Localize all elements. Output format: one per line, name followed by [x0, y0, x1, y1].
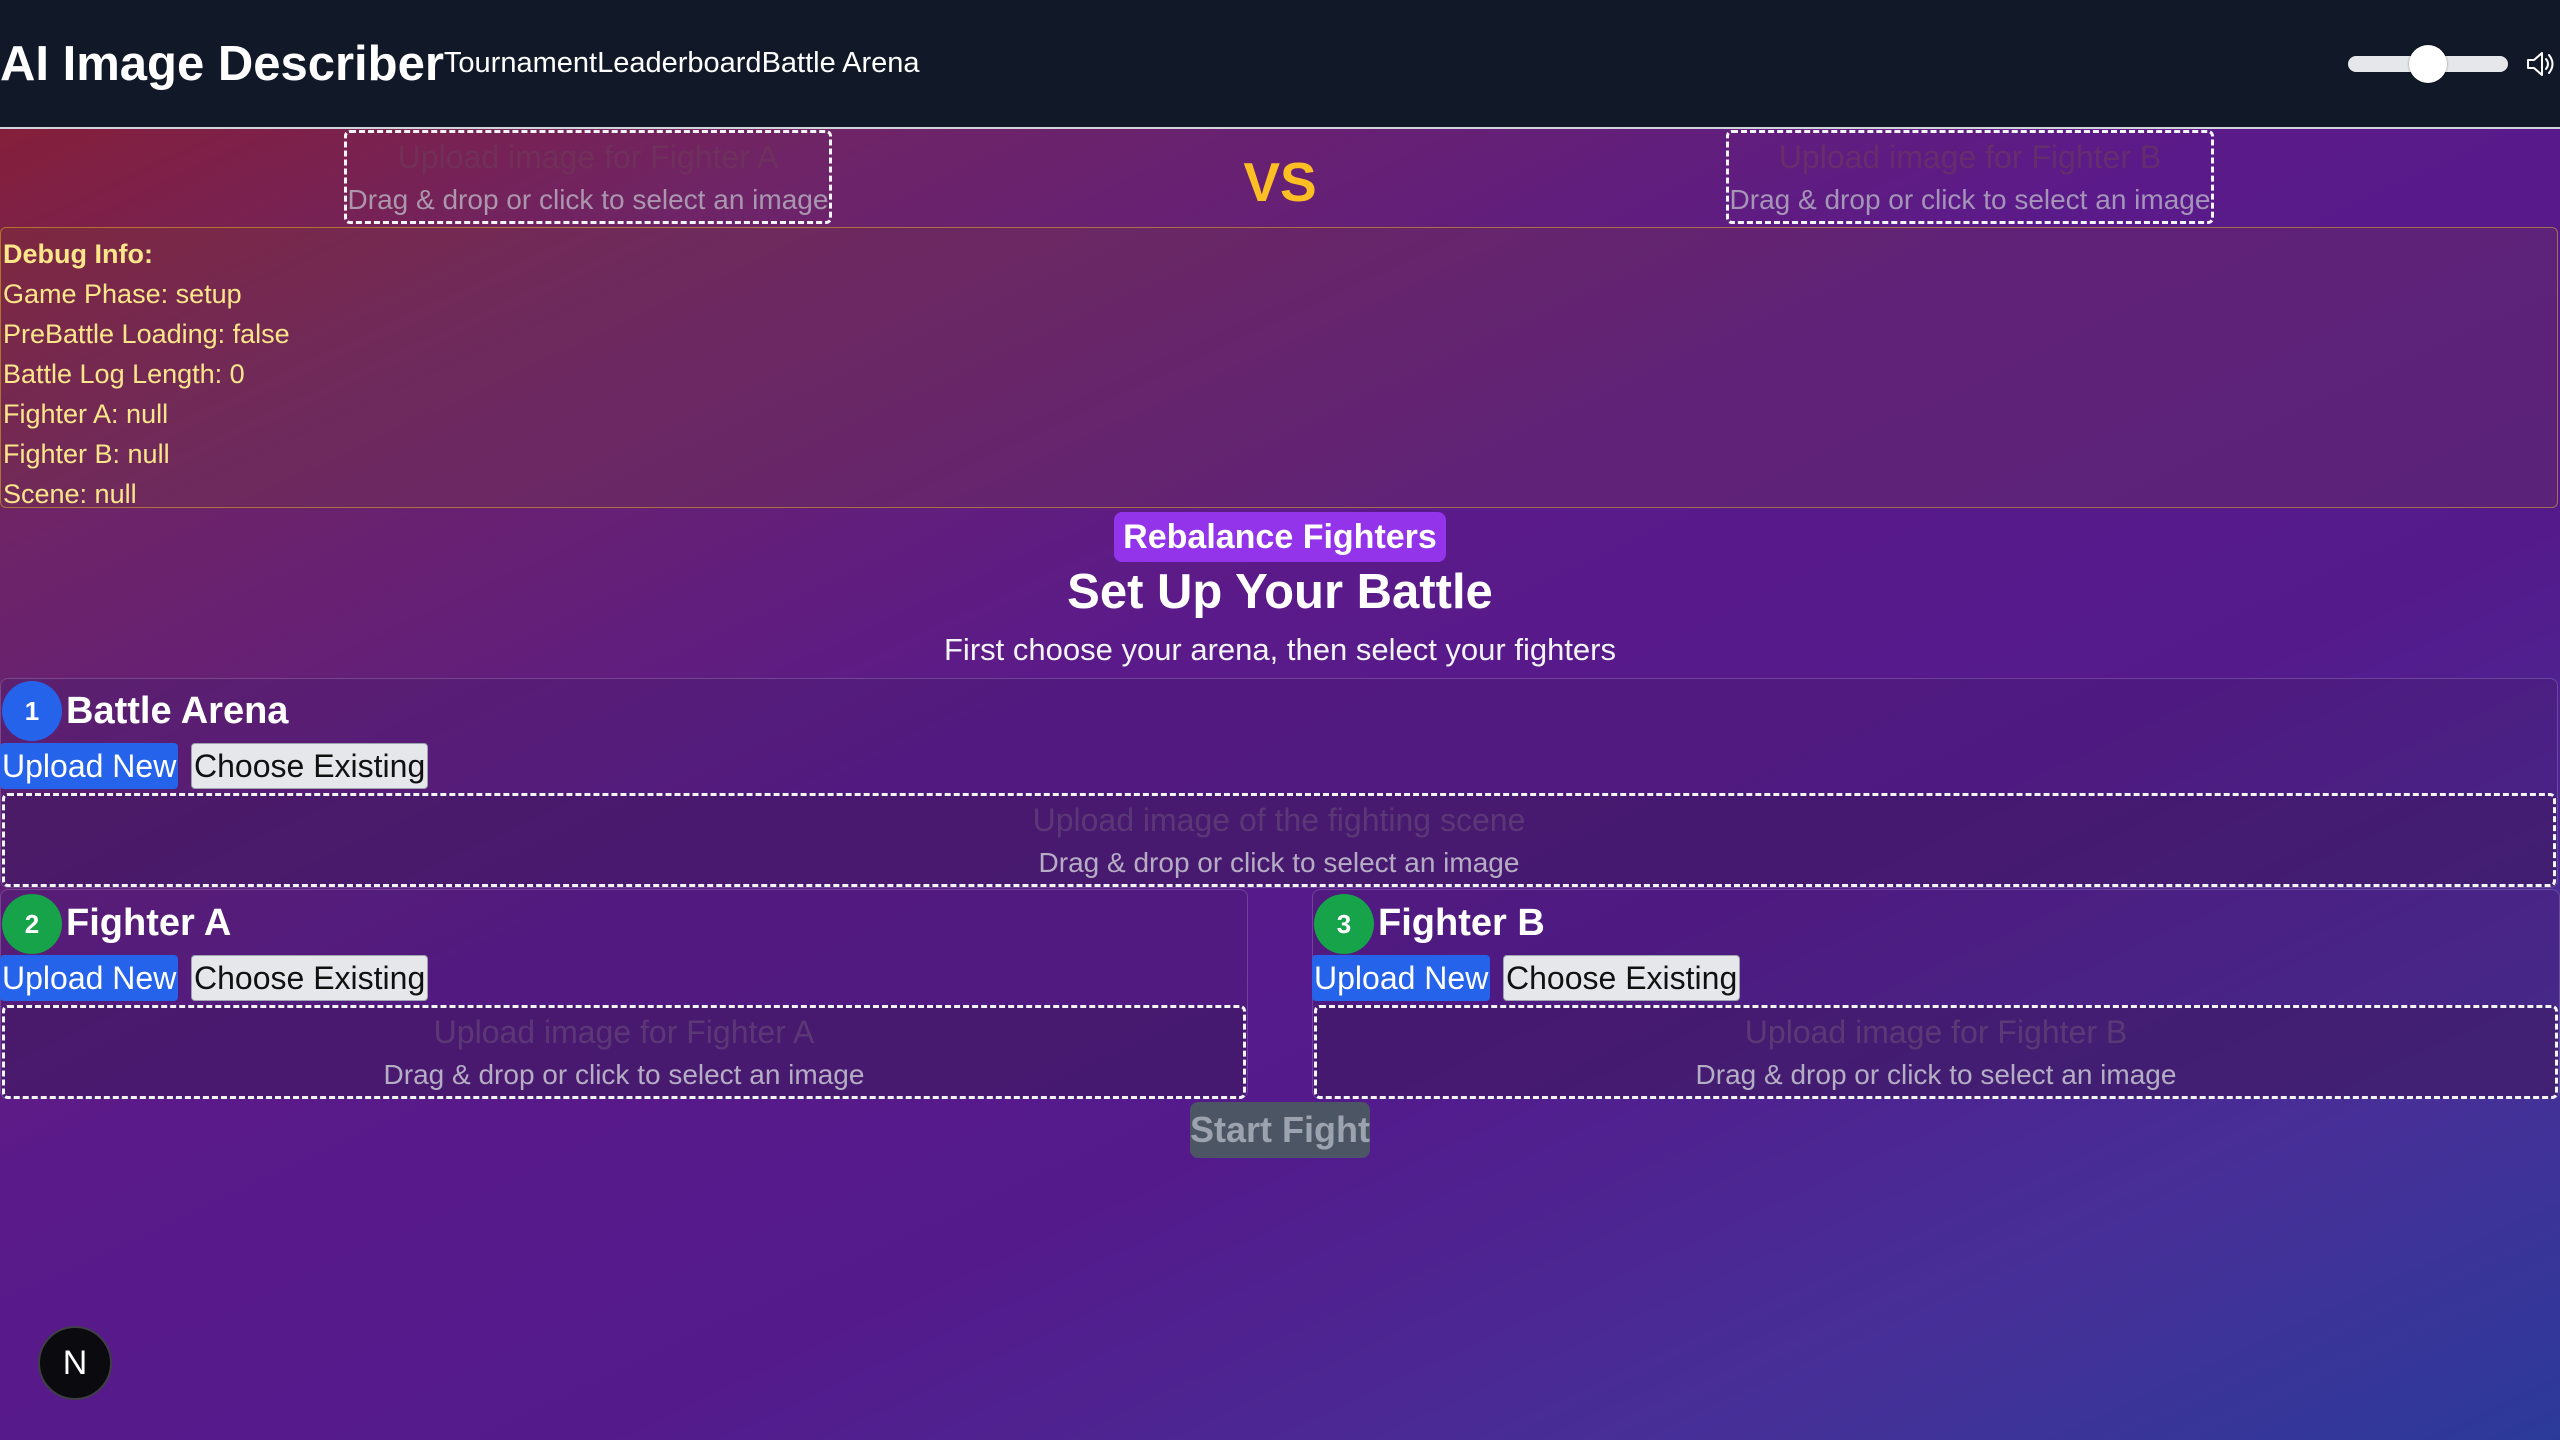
- setup-subtitle: First choose your arena, then select you…: [944, 632, 1616, 667]
- nav-battle-arena[interactable]: Battle Arena: [762, 47, 920, 80]
- fighter-a-choose-existing-button[interactable]: Choose Existing: [191, 955, 429, 1001]
- debug-line-fighter-a: Fighter A: null: [3, 399, 169, 429]
- app-header: AI Image Describer Tournament Leaderboar…: [0, 0, 2560, 129]
- debug-panel: Debug Info: Game Phase: setup PreBattle …: [0, 227, 2558, 509]
- badge-letter: N: [62, 1343, 88, 1382]
- dropzone-title: Upload image for Fighter A: [397, 138, 779, 175]
- setup-title: Set Up Your Battle: [1067, 565, 1493, 619]
- battle-arena-title: Battle Arena: [66, 690, 289, 732]
- dropzone-title: Upload image of the fighting scene: [1032, 801, 1526, 838]
- volume-control: [2348, 0, 2560, 127]
- fighter-a-top-dropzone[interactable]: Upload image for Fighter A Drag & drop o…: [344, 130, 832, 224]
- fighter-b-upload-new-button[interactable]: Upload New: [1312, 955, 1491, 1001]
- dropzone-subtitle: Drag & drop or click to select an image: [1729, 183, 2211, 215]
- fighter-a-dropzone[interactable]: Upload image for Fighter A Drag & drop o…: [2, 1005, 1246, 1099]
- nav-tournament[interactable]: Tournament: [444, 47, 597, 80]
- dropzone-title: Upload image for Fighter B: [1778, 138, 2162, 175]
- rebalance-fighters-button[interactable]: Rebalance Fighters: [1114, 512, 1446, 562]
- app-title: AI Image Describer: [0, 36, 444, 91]
- arena-dropzone[interactable]: Upload image of the fighting scene Drag …: [2, 793, 2556, 887]
- fighter-a-upload-new-button[interactable]: Upload New: [0, 955, 179, 1001]
- fighter-b-dropzone[interactable]: Upload image for Fighter B Drag & drop o…: [1314, 1005, 2558, 1099]
- dropzone-subtitle: Drag & drop or click to select an image: [383, 1058, 865, 1090]
- step-2-badge: 2: [2, 894, 62, 954]
- vs-label: VS: [1243, 151, 1317, 213]
- fighter-b-choose-existing-button[interactable]: Choose Existing: [1503, 955, 1741, 1001]
- debug-line-game-phase: Game Phase: setup: [3, 279, 242, 309]
- volume-slider[interactable]: [2348, 44, 2508, 83]
- start-fight-button[interactable]: Start Fight: [1190, 1102, 1370, 1158]
- volume-slider-thumb[interactable]: [2409, 44, 2447, 83]
- nav-leaderboard[interactable]: Leaderboard: [597, 47, 761, 80]
- dropzone-title: Upload image for Fighter A: [433, 1013, 815, 1050]
- dropzone-subtitle: Drag & drop or click to select an image: [1695, 1058, 2177, 1090]
- fighter-a-title: Fighter A: [66, 902, 232, 944]
- step-3-badge: 3: [1314, 894, 1374, 954]
- arena-upload-new-button[interactable]: Upload New: [0, 743, 179, 789]
- arena-choose-existing-button[interactable]: Choose Existing: [191, 743, 429, 789]
- fighter-b-title: Fighter B: [1378, 902, 1545, 944]
- debug-line-fighter-b: Fighter B: null: [3, 439, 170, 469]
- debug-line-battle-log-length: Battle Log Length: 0: [3, 359, 245, 389]
- fighter-b-top-dropzone[interactable]: Upload image for Fighter B Drag & drop o…: [1726, 130, 2214, 224]
- step-1-badge: 1: [2, 681, 62, 741]
- debug-line-prebattle-loading: PreBattle Loading: false: [3, 319, 290, 349]
- debug-title: Debug Info:: [3, 239, 153, 269]
- speaker-icon[interactable]: [2524, 48, 2556, 80]
- dropzone-title: Upload image for Fighter B: [1744, 1013, 2128, 1050]
- debug-line-scene: Scene: null: [3, 479, 137, 509]
- next-logo-icon[interactable]: N: [38, 1326, 112, 1400]
- dropzone-subtitle: Drag & drop or click to select an image: [347, 183, 829, 215]
- dropzone-subtitle: Drag & drop or click to select an image: [1038, 846, 1520, 878]
- main-nav: Tournament Leaderboard Battle Arena: [444, 47, 920, 80]
